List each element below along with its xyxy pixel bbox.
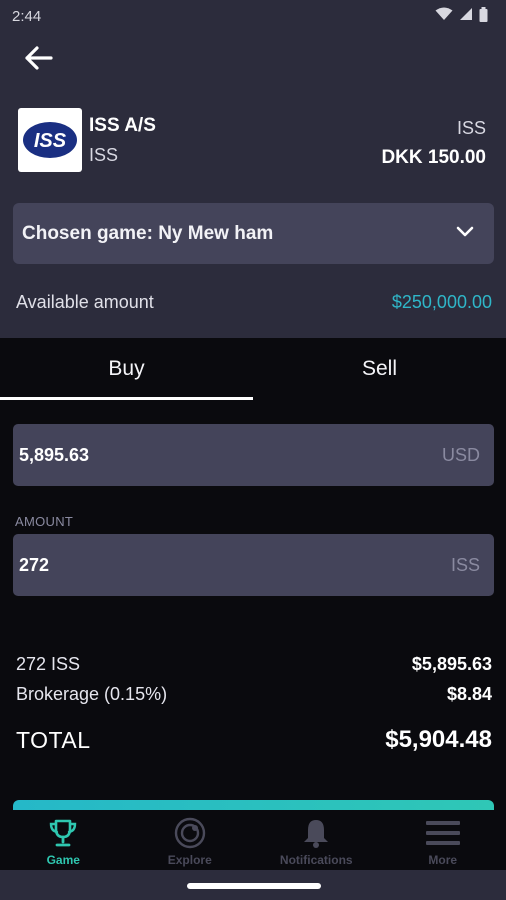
bottom-nav: Game Explore Notifications More (0, 810, 506, 870)
price-unit: USD (441, 444, 480, 465)
arrow-left-icon (23, 45, 53, 76)
status-icons (435, 6, 488, 26)
shares-value: $5,895.63 (411, 654, 492, 674)
price-input[interactable]: 5,895.63 USD (13, 424, 494, 486)
nav-notifications-label: Notifications (279, 853, 353, 867)
menu-icon (425, 816, 461, 850)
status-bar: 2:44 (0, 0, 506, 32)
battery-icon (479, 6, 488, 26)
available-amount-label: Available amount (16, 292, 154, 312)
game-select-dropdown[interactable]: Chosen game: Ny Mew ham (13, 203, 494, 264)
game-select-label: Chosen game: Ny Mew ham (22, 222, 274, 244)
trade-tabs: Buy Sell (0, 338, 506, 400)
back-button[interactable] (20, 44, 56, 76)
available-amount-value: $250,000.00 (391, 292, 492, 312)
brokerage-label: Brokerage (0.15%) (16, 684, 168, 704)
tab-buy-label: Buy (108, 357, 145, 380)
stock-ticker-right: ISS (456, 118, 486, 138)
explore-icon (172, 816, 208, 850)
stock-price: DKK 150.00 (381, 147, 486, 168)
tab-sell-label: Sell (361, 357, 398, 380)
bell-icon (298, 816, 334, 850)
nav-explore[interactable]: Explore (127, 810, 254, 870)
status-time: 2:44 (12, 7, 42, 25)
shares-label: 272 ISS (16, 654, 81, 674)
nav-more[interactable]: More (380, 810, 506, 870)
wifi-icon (435, 7, 453, 25)
price-value: 5,895.63 (19, 444, 90, 465)
nav-explore-label: Explore (167, 853, 212, 867)
chevron-down-icon (456, 225, 474, 243)
total-value: $5,904.48 (385, 726, 492, 753)
tab-buy[interactable]: Buy (0, 338, 253, 400)
tab-sell[interactable]: Sell (253, 338, 506, 400)
home-gesture-bar[interactable] (187, 883, 321, 889)
nav-game[interactable]: Game (0, 810, 127, 870)
nav-more-label: More (428, 853, 458, 867)
available-amount-row: Available amount $250,000.00 (16, 292, 492, 313)
logo-text: ISS (34, 130, 67, 152)
company-logo: ISS (18, 108, 82, 172)
stock-header: ISS ISS A/S ISS ISS DKK 150.00 (18, 108, 488, 174)
amount-unit: ISS (450, 554, 480, 575)
nav-notifications[interactable]: Notifications (253, 810, 380, 870)
summary-brokerage-row: Brokerage (0.15%) $8.84 (16, 684, 492, 705)
brokerage-value: $8.84 (446, 684, 492, 704)
summary-shares-row: 272 ISS $5,895.63 (16, 654, 492, 675)
amount-value: 272 (19, 554, 50, 575)
stock-ticker: ISS (89, 145, 119, 165)
trophy-icon (45, 816, 81, 850)
nav-game-label: Game (46, 853, 80, 867)
stock-name: ISS A/S (89, 115, 156, 136)
signal-icon (459, 7, 473, 25)
amount-caption: AMOUNT (15, 514, 74, 529)
trade-panel: Buy Sell 5,895.63 USD AMOUNT 272 ISS 272… (0, 338, 506, 812)
amount-input[interactable]: 272 ISS (13, 534, 494, 596)
total-label: TOTAL (16, 726, 91, 753)
summary-total-row: TOTAL $5,904.48 (16, 726, 492, 754)
